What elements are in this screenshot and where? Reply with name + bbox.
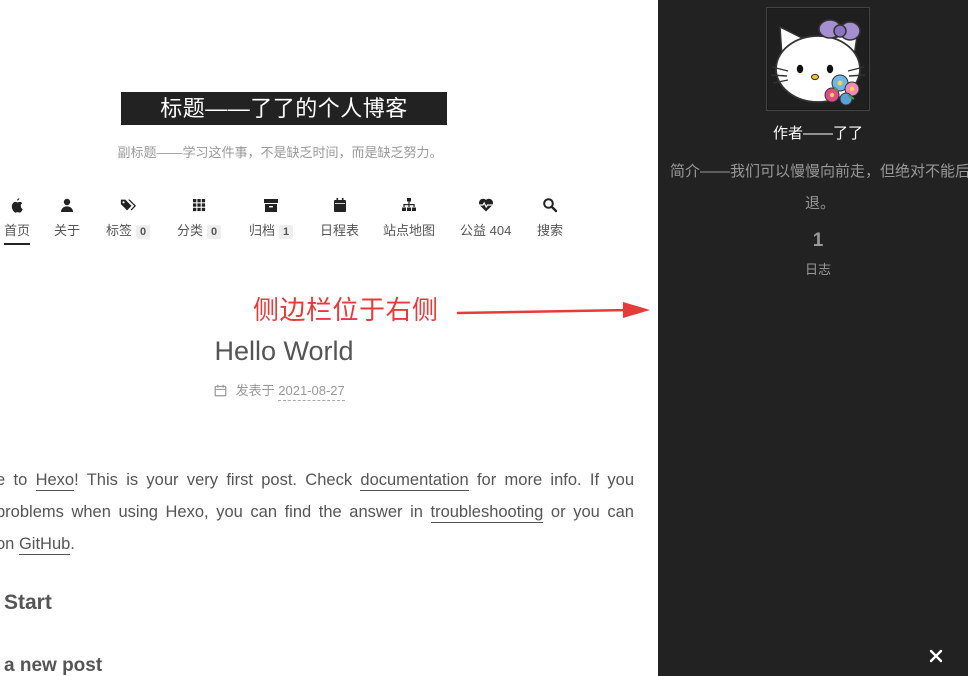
archive-icon [264,199,279,212]
sidebar-annotation-text: 侧边栏位于右侧 [253,295,439,325]
heartbeat-icon [478,198,493,212]
author-name: 作者——了了 [772,125,863,142]
nav-item-about[interactable]: 关于 [54,197,80,243]
nav-item-home[interactable]: 首页 [4,197,31,245]
categories-count-badge: 0 [207,225,222,239]
github-link[interactable]: GitHub [18,535,71,555]
home-icon [11,198,23,213]
user-icon [61,198,73,212]
annotation-arrow-icon [456,302,650,318]
tags-count-badge: 0 [136,225,151,239]
search-icon [543,198,558,213]
nav-item-label: 站点地图 [383,223,436,238]
nav-item-label: 标签 [106,223,133,238]
body-text: for more info. If you [468,471,635,489]
body-text: on [0,535,15,553]
hello-kitty-avatar-image [768,9,868,109]
nav-item-tags[interactable]: 标签 0 [106,197,151,243]
site-subtitle: 副标题——学习这件事，不是缺乏时间，而是缺乏努力。 [117,145,443,160]
body-text: problems when using Hexo, you can find t… [0,503,431,521]
heading-create-post: a new post [4,655,103,676]
sitemap-icon [402,198,416,211]
nav-item-404[interactable]: 公益 404 [460,197,511,243]
posts-label[interactable]: 日志 [658,259,968,278]
nav-item-archives[interactable]: 归档 1 [249,197,294,243]
body-line: on GitHub. [0,528,634,560]
sidebar: 作者——了了 简介——我们可以慢慢向前走，但绝对不能后退。 1 日志 [658,0,968,676]
calendar-outline-icon [214,384,227,397]
nav-item-label: 日程表 [320,223,360,238]
body-line: problems when using Hexo, you can find t… [0,496,634,528]
body-text: or you can [543,503,634,521]
nav-item-sitemap[interactable]: 站点地图 [383,197,435,243]
post-title[interactable]: Hello World [0,336,568,367]
author-description: 简介——我们可以慢慢向前走，但绝对不能后退。 [670,163,968,212]
nav-item-schedule[interactable]: 日程表 [320,197,359,243]
grid-icon [193,199,206,212]
hexo-link[interactable]: Hexo [35,471,75,491]
heading-quick-start: Start [4,591,52,614]
posts-count[interactable]: 1 [658,230,968,252]
archives-count-badge: 1 [279,225,294,239]
post-body: e to Hexo! This is your very first post.… [0,464,634,560]
troubleshooting-link[interactable]: troubleshooting [430,503,544,523]
body-text: . [70,535,75,553]
nav-item-categories[interactable]: 分类 0 [177,197,222,243]
nav-item-label: 关于 [54,223,81,238]
nav-item-label: 归档 [249,223,276,238]
nav-item-search[interactable]: 搜索 [537,197,563,243]
body-text: e to [0,471,28,489]
nav-item-label: 公益 404 [460,223,512,238]
tags-icon [120,199,137,211]
documentation-link[interactable]: documentation [360,471,469,491]
author-avatar [766,7,870,111]
post-date[interactable]: 2021-08-27 [278,383,345,401]
site-title[interactable]: 标题——了了的个人博客 [121,92,447,125]
nav-item-label: 搜索 [537,223,564,238]
close-icon[interactable] [928,648,944,664]
body-line: e to Hexo! This is your very first post.… [0,464,634,496]
post-meta-label: 发表于 [235,383,275,398]
nav-item-label: 首页 [4,223,31,238]
nav-item-label: 分类 [177,223,204,238]
page: 标题——了了的个人博客 副标题——学习这件事，不是缺乏时间，而是缺乏努力。 首页… [0,0,968,676]
body-text: ! This is your very first post. Check [74,471,361,489]
post-meta: 发表于 2021-08-27 [214,380,345,401]
calendar-icon [333,198,346,212]
